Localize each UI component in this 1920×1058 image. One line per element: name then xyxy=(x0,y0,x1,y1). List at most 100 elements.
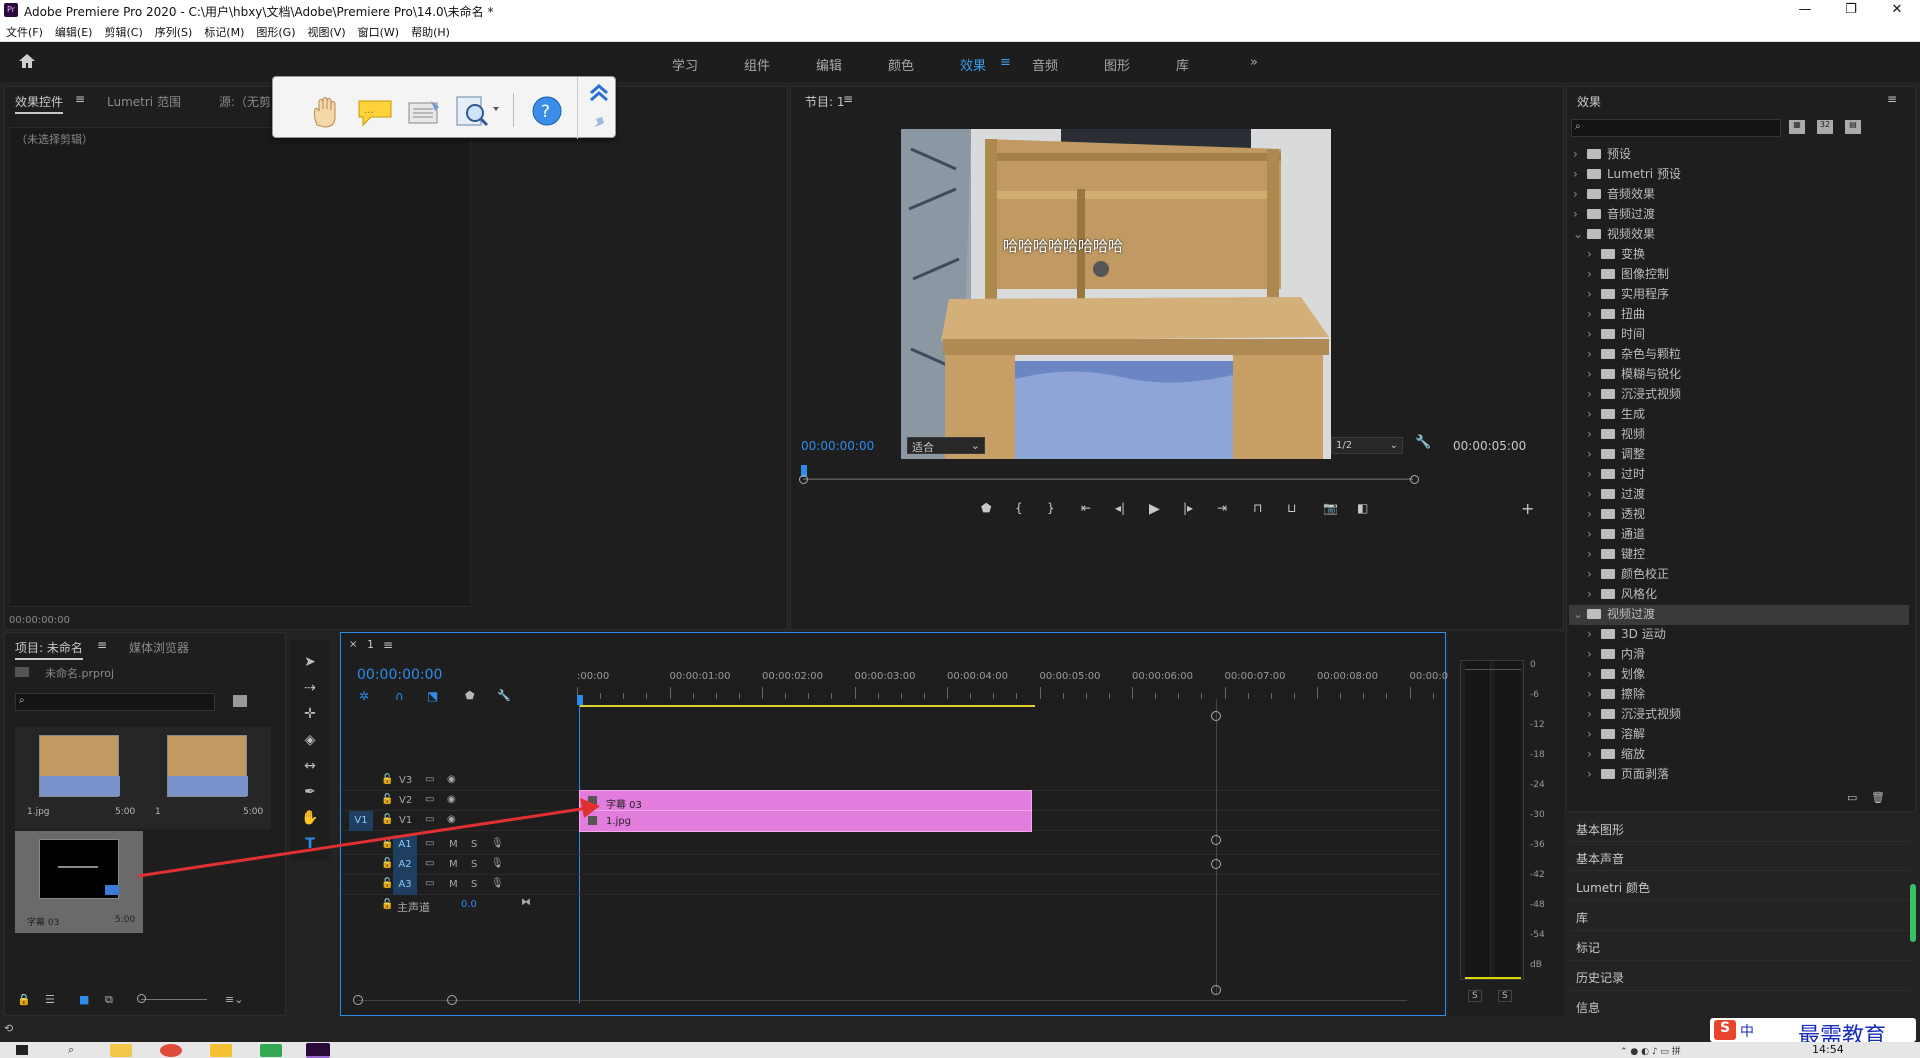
tab-media-browser[interactable]: 媒体浏览器 xyxy=(129,639,189,656)
ripple-edit-tool-icon[interactable]: ✛ xyxy=(300,706,320,726)
list-view-icon[interactable]: ☰ xyxy=(45,993,55,1006)
effect-tree-item[interactable]: › 过时 xyxy=(1569,465,1909,485)
track-lock-icon[interactable]: 🔓 xyxy=(381,858,393,869)
zoom-handle-left[interactable] xyxy=(799,475,808,484)
effect-tree-item[interactable]: ⌄ 视频效果 xyxy=(1569,225,1909,245)
sync-lock-icon[interactable]: ▭ xyxy=(425,814,434,825)
menu-graphics[interactable]: 图形(G) xyxy=(250,22,301,40)
track-name[interactable]: V1 xyxy=(399,815,412,826)
step-back-icon[interactable]: ◂| xyxy=(1115,501,1125,515)
add-marker-icon[interactable]: ⬟ xyxy=(981,501,991,515)
mark-out-icon[interactable]: } xyxy=(1047,501,1055,515)
effect-tree-item[interactable]: › 模糊与锐化 xyxy=(1569,365,1909,385)
hand-icon[interactable] xyxy=(309,95,341,129)
tab-effect-controls[interactable]: 效果控件 xyxy=(15,93,64,114)
section-lumetri-color[interactable]: Lumetri 颜色 xyxy=(1570,870,1910,899)
effect-tree-item[interactable]: › Lumetri 预设 xyxy=(1569,165,1909,185)
meter-solo-right[interactable]: S xyxy=(1498,990,1512,1002)
chevron-right-icon[interactable]: › xyxy=(1587,247,1599,261)
workspace-audio[interactable]: 音频 xyxy=(1032,55,1058,74)
extract-icon[interactable]: ⊔ xyxy=(1287,501,1296,515)
chevron-right-icon[interactable]: › xyxy=(1587,327,1599,341)
chevron-right-icon[interactable]: › xyxy=(1573,167,1585,181)
pin-icon[interactable] xyxy=(590,115,608,131)
windows-start-icon[interactable] xyxy=(16,1045,28,1055)
vertical-scrollbar[interactable] xyxy=(1216,699,1217,995)
add-marker-icon[interactable]: ⬟ xyxy=(465,689,475,702)
mute-button[interactable]: M xyxy=(449,879,458,890)
chevron-right-icon[interactable]: › xyxy=(1587,587,1599,601)
freeform-view-icon[interactable]: ⧉ xyxy=(105,993,113,1007)
source-patch-v1[interactable]: V1 xyxy=(349,811,373,831)
sync-lock-icon[interactable]: ▭ xyxy=(425,774,434,785)
effect-tree-item[interactable]: › 预设 xyxy=(1569,145,1909,165)
razor-tool-icon[interactable]: ◈ xyxy=(300,732,320,752)
workspace-color[interactable]: 颜色 xyxy=(888,55,914,74)
ime-mode[interactable]: 中 xyxy=(1740,1021,1754,1041)
home-icon[interactable] xyxy=(18,53,36,69)
mute-button[interactable]: M xyxy=(449,859,458,870)
menu-file[interactable]: 文件(F) xyxy=(0,22,49,40)
effect-tree-item[interactable]: › 3D 运动 xyxy=(1569,625,1909,645)
play-icon[interactable]: ▶ xyxy=(1149,501,1160,517)
track-lock-icon[interactable]: 🔓 xyxy=(381,838,393,849)
effect-tree-item[interactable]: › 音频效果 xyxy=(1569,185,1909,205)
minimize-button[interactable]: — xyxy=(1782,0,1828,22)
chevron-right-icon[interactable]: › xyxy=(1587,467,1599,481)
chevron-right-icon[interactable]: › xyxy=(1587,627,1599,641)
project-menu-icon[interactable]: ≡ xyxy=(97,638,107,652)
snap-icon[interactable]: ∩ xyxy=(395,689,404,703)
chevron-right-icon[interactable]: › xyxy=(1587,507,1599,521)
timeline-menu-icon[interactable]: ≡ xyxy=(383,638,393,652)
effect-tree-item[interactable]: › 页面剥落 xyxy=(1569,765,1909,785)
chevron-right-icon[interactable]: › xyxy=(1587,667,1599,681)
audio-track[interactable]: 🔓 A1 ▭ M S 🎙 xyxy=(341,835,1441,855)
sync-lock-icon[interactable]: ▭ xyxy=(425,878,434,889)
new-search-bin-icon[interactable] xyxy=(233,695,247,707)
sync-lock-icon[interactable]: ▭ xyxy=(425,838,434,849)
program-timecode[interactable]: 00:00:00:00 xyxy=(801,439,874,453)
audio-track[interactable]: 🔓 A2 ▭ M S 🎙 xyxy=(341,855,1441,875)
qq-icon[interactable] xyxy=(210,1044,232,1057)
effect-tree-item[interactable]: › 音频过渡 xyxy=(1569,205,1909,225)
file-explorer-icon[interactable] xyxy=(110,1044,132,1057)
go-to-out-icon[interactable]: ⇥ xyxy=(1217,501,1227,515)
eye-icon[interactable]: ◉ xyxy=(447,774,456,785)
time-ruler[interactable]: :00:00 00:00:01:00 00:00:02:00 00:00:03:00 0… xyxy=(577,671,1480,701)
compare-icon[interactable]: ◧ xyxy=(1357,501,1368,515)
section-info[interactable]: 信息 xyxy=(1570,990,1910,1019)
tab-sequence-1[interactable]: 1 xyxy=(367,638,374,651)
app-green-icon[interactable] xyxy=(260,1044,282,1057)
menu-view[interactable]: 视图(V) xyxy=(302,22,352,40)
document-icon[interactable] xyxy=(405,97,443,127)
effect-tree-item[interactable]: › 杂色与颗粒 xyxy=(1569,345,1909,365)
solo-button[interactable]: S xyxy=(471,859,477,870)
hscroll-handle-left[interactable] xyxy=(353,995,363,1005)
chevron-right-icon[interactable]: › xyxy=(1587,767,1599,781)
help-icon[interactable]: ? xyxy=(531,95,563,127)
video-track[interactable]: 🔓 V3 ▭ ◉ xyxy=(341,771,1441,791)
track-name[interactable]: A2 xyxy=(393,855,417,875)
mark-in-icon[interactable]: { xyxy=(1015,501,1023,515)
chevron-right-icon[interactable]: › xyxy=(1587,527,1599,541)
effect-tree-item[interactable]: › 过渡 xyxy=(1569,485,1909,505)
project-item-1jpg[interactable]: 1.jpg 5:00 xyxy=(15,727,143,829)
chevron-right-icon[interactable]: › xyxy=(1587,687,1599,701)
zoom-search-icon[interactable] xyxy=(455,93,501,129)
program-menu-icon[interactable]: ≡ xyxy=(843,92,853,106)
chevron-right-icon[interactable]: › xyxy=(1573,207,1585,221)
microphone-icon[interactable]: 🎙 xyxy=(491,838,504,849)
chevron-right-icon[interactable]: › xyxy=(1587,547,1599,561)
caption-overlay-text[interactable]: 哈哈哈哈哈哈哈哈 xyxy=(1003,235,1123,256)
pen-tool-icon[interactable]: ✒ xyxy=(300,784,320,804)
effect-tree-item[interactable]: › 擦除 xyxy=(1569,685,1909,705)
lift-icon[interactable]: ⊓ xyxy=(1253,501,1262,515)
track-name[interactable]: A3 xyxy=(393,875,417,895)
effect-tree-item[interactable]: › 风格化 xyxy=(1569,585,1909,605)
track-lock-icon[interactable]: 🔓 xyxy=(381,814,393,825)
zoom-scrollbar[interactable] xyxy=(803,479,1413,480)
section-essential-sound[interactable]: 基本声音 xyxy=(1570,841,1910,870)
workspace-assembly[interactable]: 组件 xyxy=(744,55,770,74)
timeline-clip[interactable]: 字幕 03 xyxy=(579,790,1033,812)
button-editor-icon[interactable]: + xyxy=(1521,499,1534,518)
